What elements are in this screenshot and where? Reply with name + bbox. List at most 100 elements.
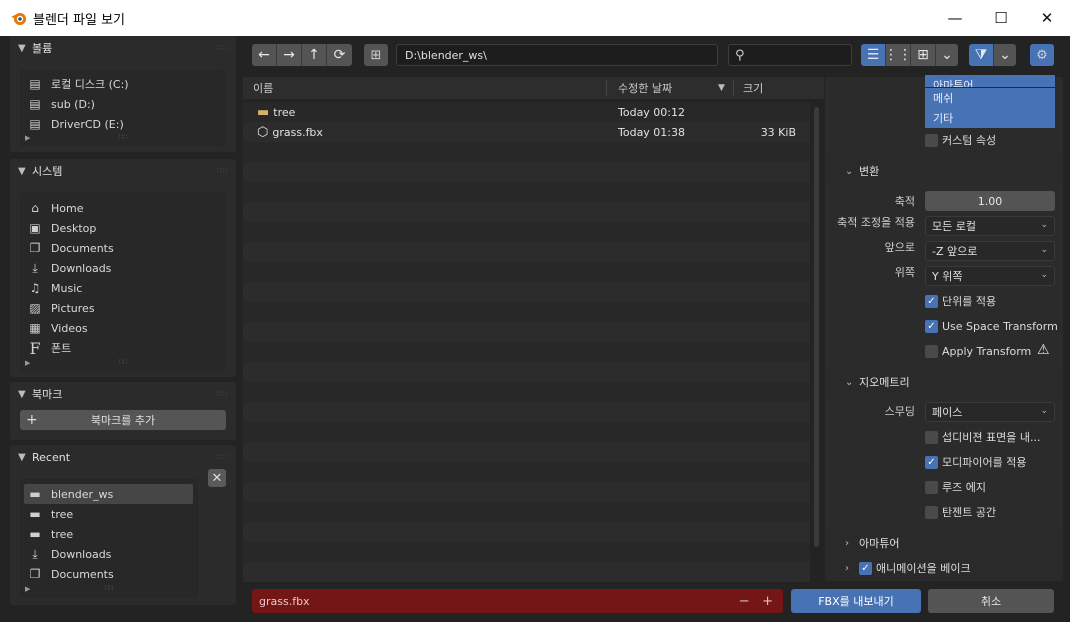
resize-grip-icon[interactable]: ∷∷ xyxy=(119,358,128,366)
apply-transform-checkbox[interactable]: Apply Transform xyxy=(925,341,1031,361)
expand-triangle-icon[interactable]: ▶ xyxy=(25,585,30,593)
folder-icon: ▬ xyxy=(29,527,41,541)
cancel-button[interactable]: 취소 xyxy=(928,589,1054,613)
smoothing-dropdown[interactable]: 페이스 ⌄ xyxy=(925,402,1055,422)
drag-grip-icon[interactable]: ∷∷ xyxy=(217,390,228,398)
use-space-transform-checkbox[interactable]: ✓ Use Space Transform xyxy=(925,316,1058,336)
picture-icon: ▨ xyxy=(29,301,41,315)
export-options-panel: 아마튜어 메쉬 기타 커스텀 속성 ⌄ 변환 축적 1.00 축적 조정을 적용 … xyxy=(825,75,1063,581)
object-type-armature-button[interactable]: 아마튜어 xyxy=(925,75,1055,87)
loose-edges-checkbox[interactable]: 루즈 에지 xyxy=(925,477,986,497)
export-fbx-button[interactable]: FBX를 내보내기 xyxy=(791,589,921,613)
system-item-pictures[interactable]: ▨ Pictures xyxy=(27,298,94,318)
settings-gear-icon[interactable]: ⚙ xyxy=(1030,44,1054,66)
clear-recent-button[interactable]: ✕ xyxy=(208,469,226,487)
system-item-downloads[interactable]: ⤓ Downloads xyxy=(27,258,111,278)
recent-header[interactable]: ▼ Recent xyxy=(10,445,236,469)
new-folder-icon[interactable]: ⊞ xyxy=(364,44,388,66)
increment-button[interactable]: + xyxy=(762,594,773,609)
filter-icon[interactable]: ⧩ xyxy=(969,44,994,66)
volume-item-e[interactable]: ▤ DriverCD (E:) xyxy=(27,114,123,134)
file-row-grass-fbx[interactable]: ⬡ grass.fbx Today 01:38 33 KiB xyxy=(243,122,810,142)
up-axis-dropdown[interactable]: Y 위쪽 ⌄ xyxy=(925,266,1055,286)
bake-animation-checkbox[interactable]: ✓ 애니메이션을 베이크 xyxy=(859,560,971,576)
resize-grip-icon[interactable]: ∷∷ xyxy=(105,584,114,592)
close-window-button[interactable]: ✕ xyxy=(1024,0,1070,36)
file-date: Today 01:38 xyxy=(618,125,686,139)
recent-label: Documents xyxy=(51,567,114,581)
system-item-videos[interactable]: ▦ Videos xyxy=(27,318,87,338)
column-date[interactable]: 수정한 날짜 xyxy=(618,77,672,99)
apply-scalings-dropdown[interactable]: 모든 로컬 ⌄ xyxy=(925,216,1055,236)
object-type-mesh-button[interactable]: 메쉬 xyxy=(925,88,1055,108)
horizontal-list-icon[interactable]: ⋮⋮ xyxy=(884,44,912,66)
thumbnails-icon[interactable]: ⊞ xyxy=(911,44,936,66)
sort-descending-icon[interactable]: ▼ xyxy=(718,77,725,99)
folder-icon: ▬ xyxy=(29,507,41,521)
maximize-button[interactable]: ☐ xyxy=(978,0,1024,36)
recent-item-tree[interactable]: ▬ tree xyxy=(27,504,73,524)
file-list-scrollbar[interactable] xyxy=(814,107,819,547)
system-item-home[interactable]: ⌂ Home xyxy=(27,198,83,218)
row-stripe xyxy=(243,262,810,282)
drag-grip-icon[interactable]: ∷∷ xyxy=(217,167,228,175)
geometry-section-header[interactable]: ⌄ 지오메트리 xyxy=(825,369,1063,395)
row-stripe xyxy=(243,442,810,462)
row-stripe xyxy=(243,502,810,522)
forward-arrow-icon[interactable]: → xyxy=(277,44,302,66)
row-stripe xyxy=(243,302,810,322)
add-bookmark-button[interactable]: + 북마크를 추가 xyxy=(20,410,226,430)
file-browser: ▼ 볼륨 ∷∷ ▤ 로컬 디스크 (C:) ▤ sub (D:) ▤ DriverCD … xyxy=(0,36,1070,622)
system-header[interactable]: ▼ 시스템 xyxy=(10,159,236,183)
column-separator[interactable] xyxy=(733,80,734,96)
checkbox-label: 단위를 적용 xyxy=(942,295,997,308)
scale-field[interactable]: 1.00 xyxy=(925,191,1055,211)
navigation-buttons: ← → ↑ ⟳ xyxy=(252,44,352,66)
apply-unit-checkbox[interactable]: ✓ 단위를 적용 xyxy=(925,291,996,311)
bookmarks-header[interactable]: ▼ 북마크 xyxy=(10,382,236,406)
volumes-header[interactable]: ▼ 볼륨 xyxy=(10,36,236,60)
directory-path-input[interactable]: D:\blender_ws\ xyxy=(396,44,718,66)
transform-section-header[interactable]: ⌄ 변환 xyxy=(825,158,1063,184)
resize-grip-icon[interactable]: ∷∷ xyxy=(119,133,128,141)
file-row-tree[interactable]: ▬ tree Today 00:12 xyxy=(243,102,810,122)
volume-item-c[interactable]: ▤ 로컬 디스크 (C:) xyxy=(27,74,128,94)
decrement-button[interactable]: − xyxy=(739,594,750,609)
column-name[interactable]: 이름 xyxy=(253,77,273,99)
chevron-down-icon[interactable]: ⌄ xyxy=(994,44,1016,66)
refresh-icon[interactable]: ⟳ xyxy=(327,44,352,66)
drag-grip-icon[interactable]: ∷∷ xyxy=(217,453,228,461)
recent-label: tree xyxy=(51,507,74,521)
recent-item-documents[interactable]: ❐ Documents xyxy=(27,564,114,584)
system-item-desktop[interactable]: ▣ Desktop xyxy=(27,218,96,238)
expand-triangle-icon[interactable]: ▶ xyxy=(25,359,30,367)
system-item-music[interactable]: ♫ Music xyxy=(27,278,83,298)
subdivision-surface-checkbox[interactable]: 섭디비젼 표면을 내... xyxy=(925,427,1040,447)
apply-modifiers-checkbox[interactable]: ✓ 모디파이어를 적용 xyxy=(925,452,1026,472)
expand-triangle-icon[interactable]: ▶ xyxy=(25,134,30,142)
column-size[interactable]: 크기 xyxy=(743,77,763,99)
parent-directory-icon[interactable]: ↑ xyxy=(302,44,327,66)
recent-item-downloads[interactable]: ⤓ Downloads xyxy=(27,544,111,564)
chevron-down-icon[interactable]: ⌄ xyxy=(936,44,958,66)
volume-item-d[interactable]: ▤ sub (D:) xyxy=(27,94,95,114)
forward-axis-dropdown[interactable]: -Z 앞으로 ⌄ xyxy=(925,241,1055,261)
filename-input[interactable]: grass.fbx − + xyxy=(252,589,783,613)
column-separator[interactable] xyxy=(606,80,607,96)
checkbox-label: 모디파이어를 적용 xyxy=(942,456,1027,469)
recent-item-tree-2[interactable]: ▬ tree xyxy=(27,524,73,544)
system-item-documents[interactable]: ❐ Documents xyxy=(27,238,114,258)
vertical-list-icon[interactable]: ☰ xyxy=(861,44,886,66)
back-arrow-icon[interactable]: ← xyxy=(252,44,277,66)
custom-properties-checkbox[interactable]: 커스텀 속성 xyxy=(925,130,996,150)
recent-item-blender-ws[interactable]: ▬ blender_ws xyxy=(24,484,193,504)
object-type-other-button[interactable]: 기타 xyxy=(925,108,1055,128)
system-item-fonts[interactable]: F 폰트 xyxy=(27,338,71,358)
drag-grip-icon[interactable]: ∷∷ xyxy=(217,44,228,52)
armature-section-header[interactable]: › 아마튜어 xyxy=(825,530,1063,556)
tangent-space-checkbox[interactable]: 탄젠트 공간 xyxy=(925,502,996,522)
search-input[interactable]: ⚲ xyxy=(728,44,852,66)
bake-animation-section-header[interactable]: › ✓ 애니메이션을 베이크 xyxy=(825,555,1063,581)
up-label: 위쪽 xyxy=(894,266,915,279)
minimize-button[interactable]: — xyxy=(932,0,978,36)
